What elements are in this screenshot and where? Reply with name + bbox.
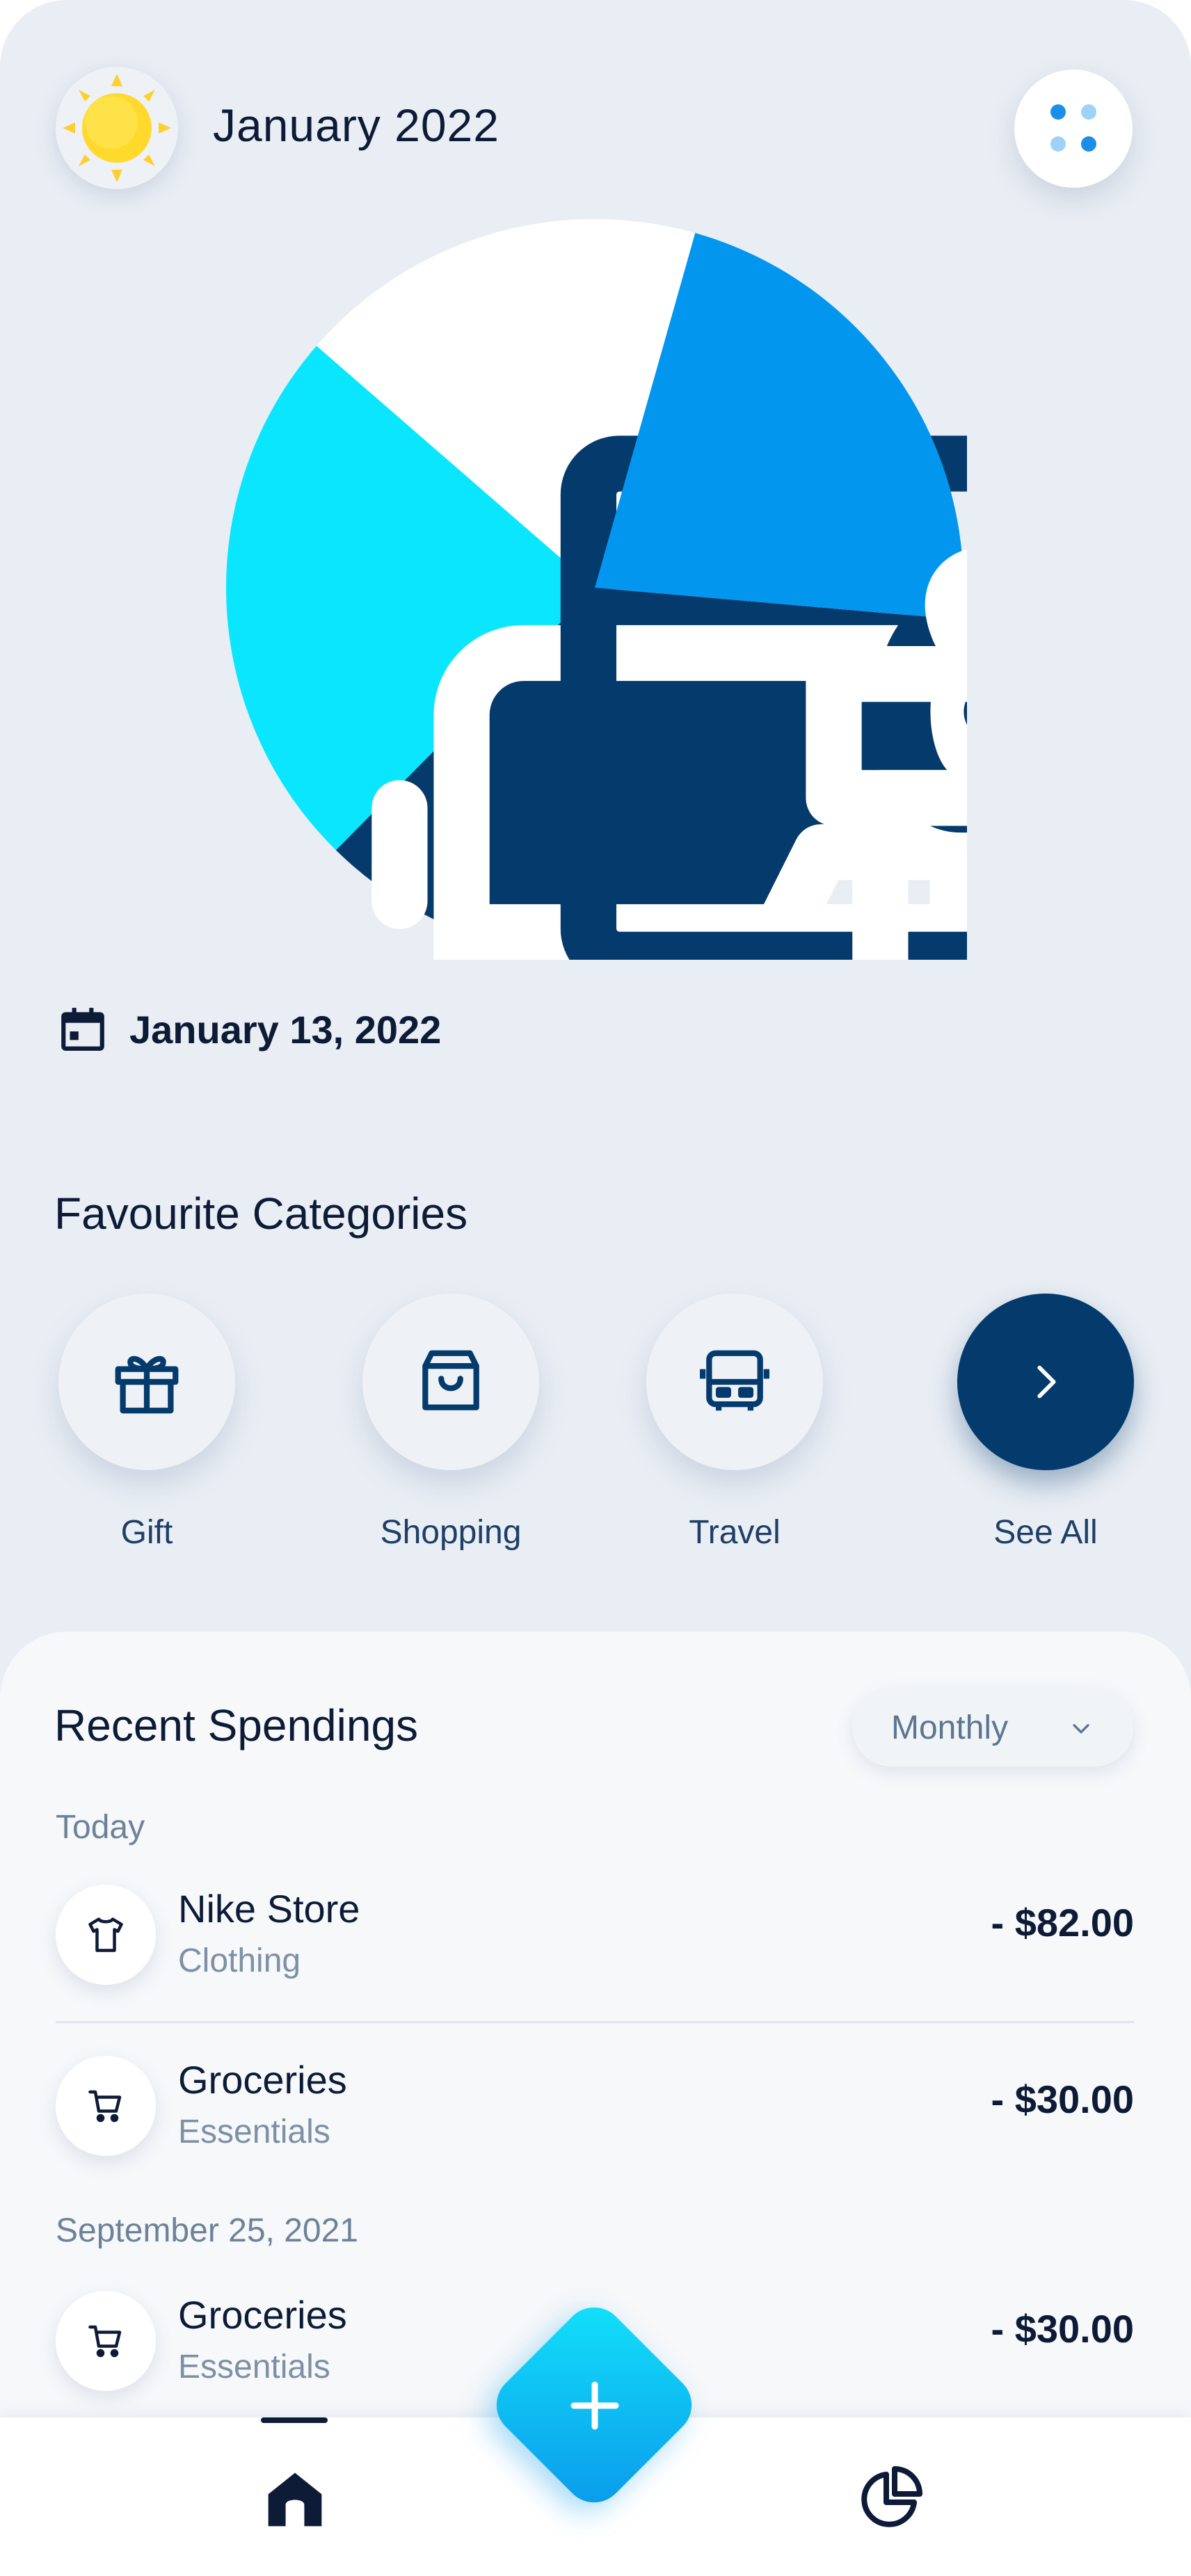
selected-date[interactable]: January 13, 2022 [57,1001,441,1057]
cart-icon [88,2325,122,2358]
txn-icon-wrap [56,2291,156,2391]
transaction-category: Clothing [178,1942,301,1979]
period-dropdown[interactable]: Monthly [852,1689,1133,1766]
tshirt-icon [88,1917,123,1952]
date-label: January 13, 2022 [129,1007,442,1052]
recent-spendings-title: Recent Spendings [54,1700,419,1750]
transaction-category: Essentials [178,2349,330,2385]
transaction-name: Nike Store [178,1887,360,1931]
transaction-row[interactable]: Nike Store Clothing - $82.00 [56,1872,1134,1997]
page-title: January 2022 [213,99,499,151]
category-label: See All [993,1514,1098,1551]
transaction-amount: - $82.00 [991,1901,1135,1945]
transaction-row[interactable]: Groceries Essentials - $30.00 [56,2043,1134,2168]
favourite-categories-title: Favourite Categories [54,1189,468,1239]
pie-chart-icon[interactable] [857,2465,924,2531]
menu-button[interactable] [1014,70,1133,188]
txn-icon-wrap [56,2056,156,2156]
avatar[interactable] [56,67,178,189]
gift-icon [115,1355,179,1414]
category-label: Travel [689,1514,781,1551]
sun-icon [63,74,171,182]
transaction-category: Essentials [178,2114,330,2150]
divider [56,2021,1134,2023]
category-travel-button[interactable] [646,1294,823,1470]
txn-icon-wrap [56,1885,156,1985]
plus-icon [570,2381,619,2430]
group-label: September 25, 2021 [56,2212,358,2249]
chevron-down-icon [1073,1724,1089,1734]
transaction-amount: - $30.00 [991,2307,1135,2351]
chevron-right-icon [1037,1365,1056,1399]
home-icon[interactable] [263,2468,327,2531]
cart-icon [88,2090,122,2123]
calendar-icon [61,1008,104,1051]
app-screen: January 2022 January 13, 2022 Favourite … [0,0,1191,2576]
see-all-button[interactable] [957,1294,1134,1470]
shopping-bag-icon [422,1350,479,1410]
category-gift-button[interactable] [58,1294,235,1470]
period-dropdown-value: Monthly [891,1709,1009,1746]
transaction-name: Groceries [178,2293,347,2337]
group-label: Today [56,1809,145,1846]
bus-icon [700,1350,769,1411]
category-label: Shopping [380,1514,522,1551]
category-shopping-button[interactable] [362,1294,539,1470]
active-tab-indicator [261,2417,328,2423]
transaction-name: Groceries [178,2058,347,2102]
category-label: Gift [120,1514,173,1551]
transaction-amount: - $30.00 [991,2077,1135,2121]
spending-pie-chart [223,216,967,960]
